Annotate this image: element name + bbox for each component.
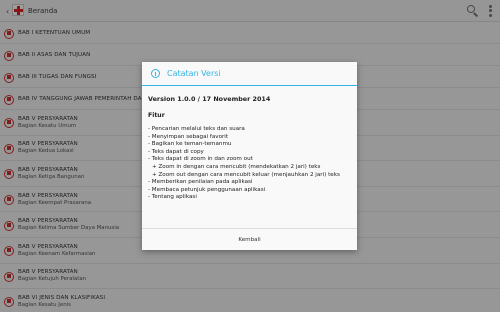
feature-item: - Bagikan ke teman-temanmu	[148, 141, 232, 148]
feature-item: - Teks dapat di zoom in dan zoom out	[148, 156, 253, 163]
features-heading: Fitur	[148, 112, 165, 119]
dialog-body: Version 1.0.0 / 17 November 2014 Fitur -…	[142, 86, 357, 202]
feature-item: - Membaca petunjuk penggunaan aplikasi	[148, 186, 266, 193]
close-button-label: Kembali	[238, 236, 261, 243]
feature-subitem: + Zoom in dengan cara mencubit (mendekat…	[152, 163, 321, 170]
feature-item: - Teks dapat di copy	[148, 148, 204, 155]
feature-item: - Menyimpan sebagai favorit	[148, 133, 229, 140]
feature-item: - Tentang aplikasi	[148, 194, 197, 201]
feature-item: - Pencarian melalui teks dan suara	[148, 126, 245, 132]
feature-subitem: + Zoom out dengan cara mencubit keluar (…	[152, 171, 340, 178]
version-label: Version 1.0.0 / 17 November 2014	[148, 95, 271, 103]
info-icon	[151, 69, 160, 78]
feature-item: - Memberikan penilaian pada aplikasi	[148, 179, 253, 186]
close-button[interactable]: Kembali	[142, 228, 357, 250]
dialog-header: Catatan Versi	[142, 62, 357, 86]
version-notes-dialog: Catatan Versi Version 1.0.0 / 17 Novembe…	[142, 62, 357, 250]
dialog-title: Catatan Versi	[167, 69, 221, 78]
